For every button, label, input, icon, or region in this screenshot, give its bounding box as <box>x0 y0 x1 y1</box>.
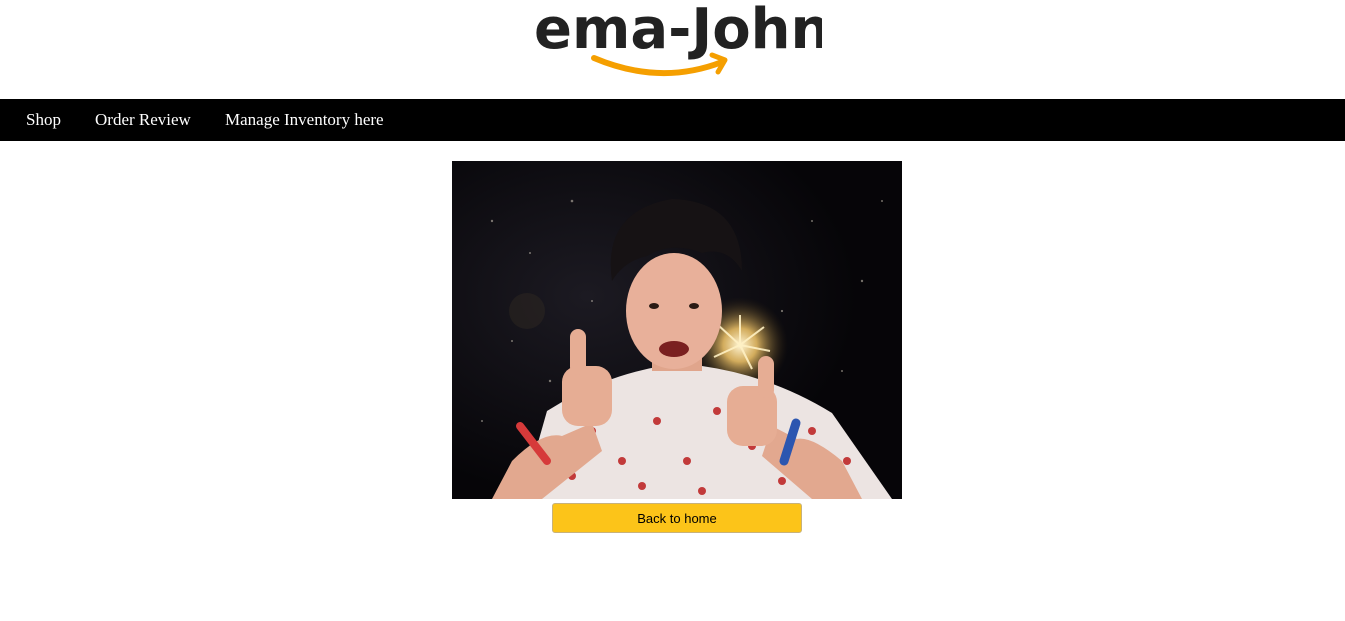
logo-graphic: ema-John <box>534 0 822 76</box>
celebration-illustration <box>452 161 902 499</box>
celebration-image <box>452 161 902 499</box>
nav-link-shop[interactable]: Shop <box>26 99 61 141</box>
main-navbar: Shop Order Review Manage Inventory here <box>0 99 1345 141</box>
mouth <box>659 341 689 357</box>
brand-logo[interactable]: ema-John <box>532 0 822 86</box>
logo-wordmark: ema-John <box>534 0 822 62</box>
nav-link-manage-inventory[interactable]: Manage Inventory here <box>225 99 384 141</box>
back-to-home-button[interactable]: Back to home <box>552 503 802 533</box>
nav-link-order-review[interactable]: Order Review <box>95 99 191 141</box>
site-header: ema-John <box>0 0 1345 99</box>
